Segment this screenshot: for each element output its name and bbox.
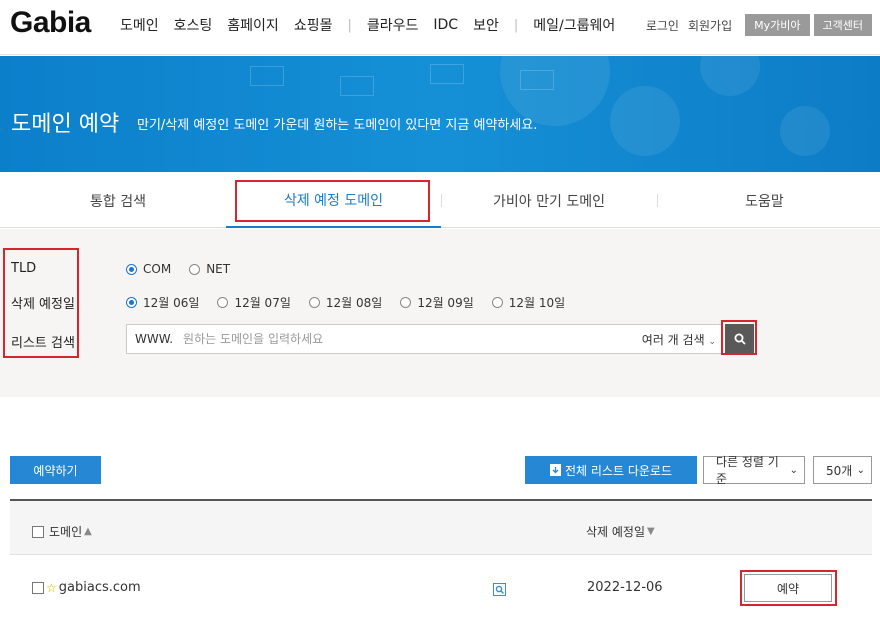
- magnifier-icon: [493, 583, 506, 596]
- chevron-down-icon: ⌄: [708, 336, 716, 347]
- tab-integrated-search[interactable]: 통합 검색: [0, 173, 236, 228]
- utility-links: 로그인 회원가입 My가비아 고객센터: [646, 14, 872, 36]
- date-radio-1208[interactable]: 12월 08일: [308, 294, 383, 311]
- radio-label: 12월 06일: [143, 296, 200, 310]
- login-link[interactable]: 로그인: [646, 17, 679, 34]
- radio-empty-icon: [217, 297, 229, 308]
- date-radio-1209[interactable]: 12월 09일: [400, 294, 474, 311]
- banner-decoration: [700, 56, 760, 96]
- reserve-button[interactable]: 예약하기: [10, 456, 101, 484]
- search-panel: TLD 삭제 예정일 리스트 검색 COM NET 12월 06일 12월 07…: [0, 229, 880, 397]
- www-prefix: WWW.: [135, 332, 174, 346]
- page-banner: 도메인 예약 만기/삭제 예정인 도메인 가운데 원하는 도메인이 있다면 지금…: [0, 56, 880, 172]
- row-reserve-button[interactable]: 예약: [744, 574, 832, 602]
- menu-security[interactable]: 보안: [473, 15, 499, 35]
- tld-options: COM NET: [126, 262, 248, 276]
- tld-net-radio[interactable]: NET: [189, 262, 230, 276]
- date-column-header[interactable]: 삭제 예정일 ▼: [586, 523, 655, 540]
- search-icon: [734, 333, 746, 345]
- download-icon: [550, 464, 561, 476]
- tld-com-radio[interactable]: COM: [126, 262, 171, 276]
- select-all-checkbox[interactable]: [32, 525, 44, 538]
- multi-search-label: 여러 개 검색: [641, 332, 705, 347]
- signup-link[interactable]: 회원가입: [688, 17, 732, 34]
- top-navigation: Gabia 도메인 호스팅 홈페이지 쇼핑몰 | 클라우드 IDC 보안 | 메…: [0, 0, 880, 55]
- page-size-select[interactable]: 50개 ⌄: [813, 456, 872, 484]
- deletion-date-label: 삭제 예정일: [11, 297, 75, 312]
- menu-hosting[interactable]: 호스팅: [174, 15, 213, 35]
- menu-homepage[interactable]: 홈페이지: [227, 15, 279, 35]
- date-options: 12월 06일 12월 07일 12월 08일 12월 09일 12월 10일: [126, 294, 583, 311]
- radio-label: 12월 09일: [417, 296, 474, 310]
- banner-decoration: [250, 66, 284, 86]
- menu-mail-groupware[interactable]: 메일/그룹웨어: [533, 15, 615, 35]
- sort-up-icon: ▲: [84, 526, 92, 537]
- table-row: ☆ gabiacs.com 2022-12-06 예약: [10, 556, 872, 619]
- banner-decoration: [340, 76, 374, 96]
- radio-label: 12월 10일: [508, 296, 566, 310]
- radio-empty-icon: [491, 297, 503, 308]
- banner-decoration: [610, 86, 680, 156]
- radio-label: COM: [143, 262, 172, 276]
- menu-divider: |: [347, 17, 352, 33]
- radio-empty-icon: [189, 263, 201, 275]
- menu-domain[interactable]: 도메인: [120, 15, 159, 35]
- date-radio-1206[interactable]: 12월 06일: [126, 294, 199, 311]
- page-description: 만기/삭제 예정인 도메인 가운데 원하는 도메인이 있다면 지금 예약하세요.: [137, 118, 538, 133]
- banner-decoration: [520, 70, 554, 90]
- banner-decoration: [780, 106, 830, 156]
- menu-cloud[interactable]: 클라우드: [367, 15, 419, 35]
- radio-label: 12월 08일: [325, 296, 383, 310]
- list-search-label: 리스트 검색: [11, 336, 75, 351]
- date-radio-1210[interactable]: 12월 10일: [491, 294, 566, 311]
- tab-deletion-scheduled[interactable]: 삭제 예정 도메인: [226, 173, 441, 228]
- download-label: 전체 리스트 다운로드: [565, 463, 672, 478]
- menu-idc[interactable]: IDC: [433, 17, 458, 33]
- sort-label: 다른 정렬 기준: [716, 455, 779, 486]
- deletion-date: 2022-12-06: [587, 580, 663, 595]
- banner-decoration: [430, 64, 464, 84]
- radio-empty-icon: [400, 297, 412, 308]
- sort-down-icon: ▼: [647, 526, 655, 537]
- gabia-logo[interactable]: Gabia: [10, 6, 91, 40]
- radio-label: NET: [206, 262, 231, 276]
- page-size-label: 50개: [826, 463, 853, 478]
- menu-shoppingmall[interactable]: 쇼핑몰: [294, 15, 333, 35]
- domain-column-header[interactable]: 도메인 ▲: [32, 523, 92, 540]
- table-header: 도메인 ▲ 삭제 예정일 ▼: [10, 499, 872, 555]
- customer-center-button[interactable]: 고객센터: [813, 14, 872, 36]
- domain-search-input[interactable]: [183, 332, 642, 346]
- multi-search-dropdown[interactable]: 여러 개 검색 ⌄: [642, 331, 716, 348]
- tab-help[interactable]: 도움말: [657, 173, 872, 228]
- domain-search-box: WWW. 여러 개 검색 ⌄: [126, 324, 723, 354]
- radio-label: 12월 07일: [234, 296, 291, 310]
- star-icon[interactable]: ☆: [46, 581, 57, 595]
- domain-header-label: 도메인: [49, 525, 83, 539]
- chevron-down-icon: ⌄: [856, 464, 865, 476]
- tld-label: TLD: [11, 261, 37, 276]
- page-title: 도메인 예약: [11, 112, 120, 137]
- search-button[interactable]: [725, 324, 754, 354]
- radio-selected-icon: [126, 297, 137, 308]
- date-header-label: 삭제 예정일: [586, 525, 646, 539]
- my-gabia-button[interactable]: My가비아: [745, 14, 810, 36]
- tab-bar: 통합 검색 삭제 예정 도메인 가비아 만기 도메인 도움말: [0, 173, 880, 228]
- sort-select[interactable]: 다른 정렬 기준 ⌄: [703, 455, 805, 486]
- tab-gabia-expiring[interactable]: 가비아 만기 도메인: [441, 173, 657, 228]
- domain-name: gabiacs.com: [58, 580, 141, 595]
- main-menu: 도메인 호스팅 홈페이지 쇼핑몰 | 클라우드 IDC 보안 | 메일/그룹웨어: [120, 15, 630, 35]
- row-checkbox[interactable]: [32, 581, 44, 594]
- domain-cell: ☆ gabiacs.com: [32, 580, 141, 595]
- menu-divider: |: [513, 17, 519, 33]
- chevron-down-icon: ⌄: [789, 464, 798, 476]
- download-list-button[interactable]: 전체 리스트 다운로드: [525, 456, 697, 484]
- whois-lookup-button[interactable]: [493, 583, 506, 596]
- date-radio-1207[interactable]: 12월 07일: [217, 294, 291, 311]
- radio-empty-icon: [308, 297, 320, 308]
- radio-selected-icon: [126, 263, 137, 275]
